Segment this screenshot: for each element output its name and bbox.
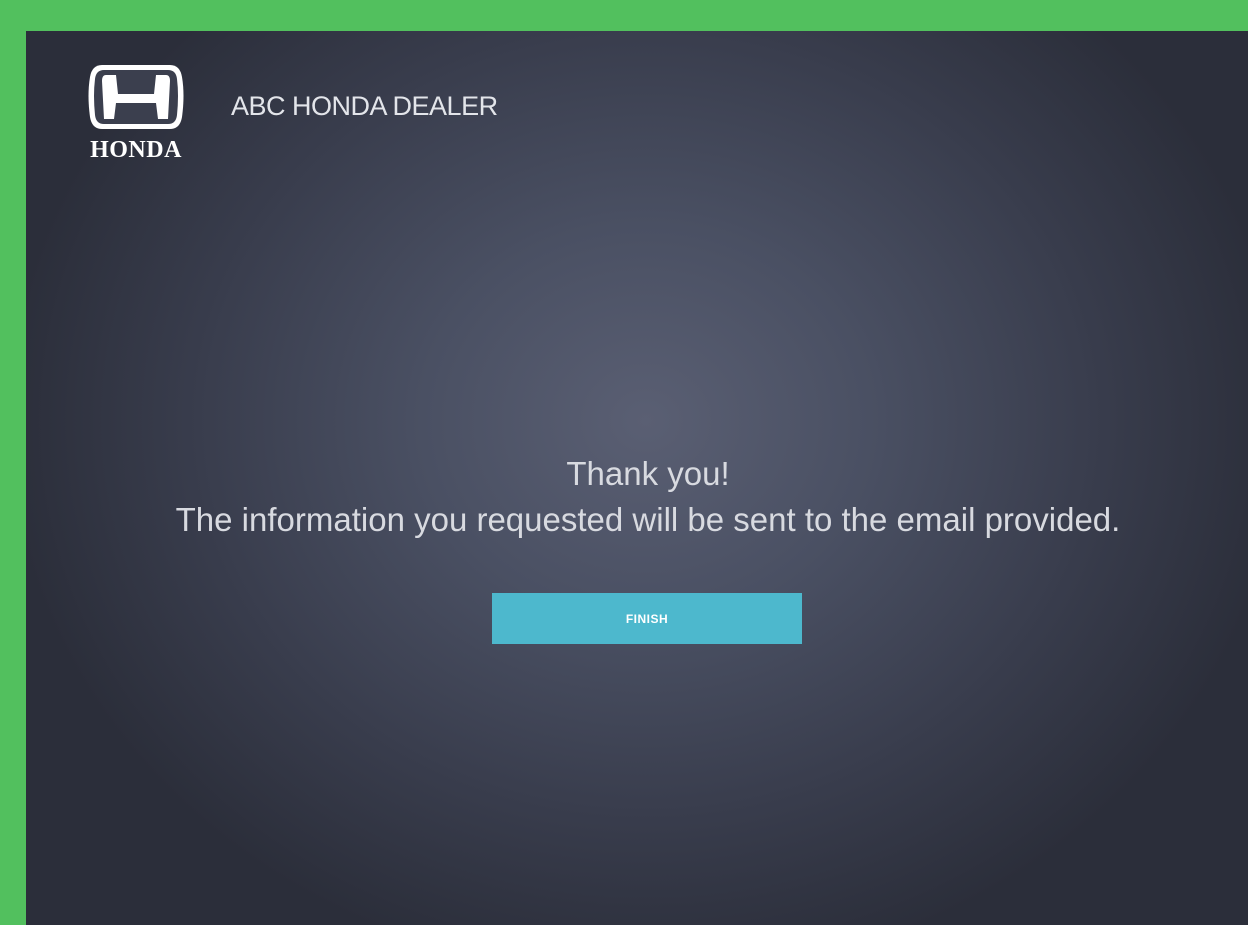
honda-logo: HONDA xyxy=(62,65,214,161)
kiosk-screen: HONDA ABC HONDA DEALER Thank you! The in… xyxy=(26,31,1248,925)
honda-wordmark: HONDA xyxy=(90,137,182,161)
thank-you-heading: Thank you! xyxy=(566,455,730,492)
finish-button[interactable]: FINISH xyxy=(492,593,802,644)
confirmation-text: The information you requested will be se… xyxy=(175,501,1121,538)
dealer-name: ABC HONDA DEALER xyxy=(231,91,498,121)
confirmation-message: Thank you! The information you requested… xyxy=(26,451,1248,543)
honda-h-logo-icon: HONDA xyxy=(88,65,184,161)
